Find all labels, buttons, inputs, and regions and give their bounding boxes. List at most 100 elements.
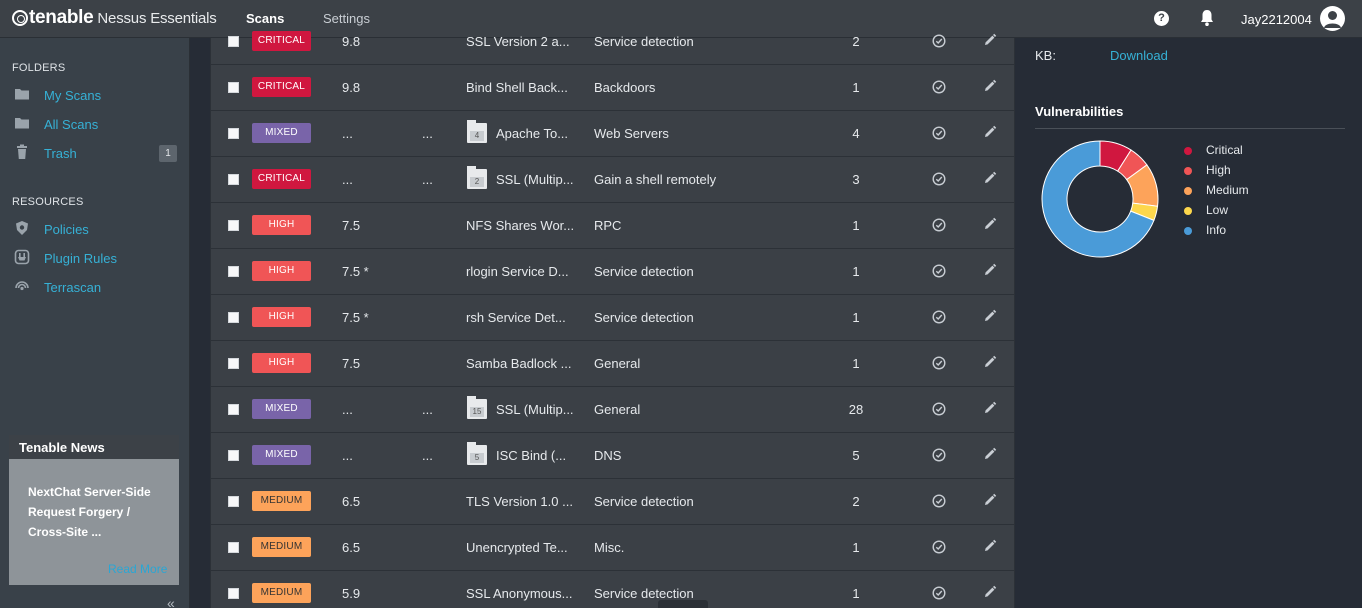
table-row[interactable]: HIGH 7.5 * rlogin Service D... Service dete… [211, 249, 1015, 295]
vulnerabilities-chart-title: Vulnerabilities [1035, 104, 1124, 119]
pencil-icon[interactable] [982, 493, 997, 508]
row-checkbox[interactable] [228, 450, 239, 461]
row-checkbox[interactable] [228, 312, 239, 323]
table-row[interactable]: MEDIUM 6.5 Unencrypted Te... Misc. 1 [211, 525, 1015, 571]
collapse-sidebar-icon[interactable]: « [167, 595, 175, 608]
sidebar-item-plugin-rules[interactable]: Plugin Rules [0, 244, 189, 272]
check-circle-icon[interactable] [932, 34, 946, 48]
plugin-name[interactable]: NFS Shares Wor... [466, 218, 574, 233]
pencil-icon[interactable] [982, 263, 997, 278]
check-circle-icon[interactable] [932, 586, 946, 600]
row-checkbox[interactable] [228, 404, 239, 415]
kb-label: KB: [1035, 48, 1056, 63]
kb-download-link[interactable]: Download [1110, 48, 1168, 63]
vpr-score: ... [422, 402, 433, 417]
sidebar-item-label: All Scans [44, 117, 99, 132]
row-checkbox[interactable] [228, 174, 239, 185]
table-row[interactable]: MEDIUM 6.5 TLS Version 1.0 ... Service dete… [211, 479, 1015, 525]
sidebar-item-policies[interactable]: Policies [0, 215, 189, 243]
divider [1035, 128, 1345, 129]
check-circle-icon[interactable] [932, 356, 946, 370]
pencil-icon[interactable] [982, 447, 997, 462]
check-circle-icon[interactable] [932, 540, 946, 554]
pencil-icon[interactable] [982, 217, 997, 232]
plugin-name[interactable]: Apache To... [496, 126, 568, 141]
table-row[interactable]: MIXED...... 15 SSL (Multip... General 28 [211, 387, 1015, 433]
plugin-name[interactable]: Unencrypted Te... [466, 540, 568, 555]
check-circle-icon[interactable] [932, 172, 946, 186]
plugin-family: Web Servers [594, 126, 669, 141]
sidebar-item-all-scans[interactable]: All Scans [0, 110, 189, 138]
row-checkbox[interactable] [228, 82, 239, 93]
pencil-icon[interactable] [982, 171, 997, 186]
table-row[interactable]: MIXED...... 4 Apache To... Web Servers 4 [211, 111, 1015, 157]
table-row[interactable]: HIGH 7.5 * rsh Service Det... Service detec… [211, 295, 1015, 341]
check-circle-icon[interactable] [932, 218, 946, 232]
row-checkbox[interactable] [228, 542, 239, 553]
sidebar-item-terrascan[interactable]: Terrascan [0, 273, 189, 301]
bell-icon[interactable] [1199, 9, 1215, 27]
sidebar-item-my-scans[interactable]: My Scans [0, 81, 189, 109]
plugin-name[interactable]: ISC Bind (... [496, 448, 566, 463]
severity-badge: HIGH [252, 353, 311, 373]
row-checkbox[interactable] [228, 496, 239, 507]
pencil-icon[interactable] [982, 585, 997, 600]
plugin-name[interactable]: SSL Version 2 a... [466, 34, 570, 49]
row-checkbox[interactable] [228, 358, 239, 369]
pencil-icon[interactable] [982, 355, 997, 370]
table-row[interactable]: CRITICAL 9.8 SSL Version 2 a... Service det… [211, 19, 1015, 65]
pencil-icon[interactable] [982, 539, 997, 554]
tenable-logo[interactable]: tenable Nessus Essentials [12, 7, 217, 29]
table-row[interactable]: CRITICAL...... 2 SSL (Multip... Gain a shel… [211, 157, 1015, 203]
pencil-icon[interactable] [982, 309, 997, 324]
help-icon[interactable]: ? [1154, 11, 1169, 26]
table-row[interactable]: MIXED...... 5 ISC Bind (... DNS 5 [211, 433, 1015, 479]
table-row[interactable]: CRITICAL 9.8 Bind Shell Back... Backdoors 1 [211, 65, 1015, 111]
row-checkbox[interactable] [228, 36, 239, 47]
plugin-name[interactable]: SSL (Multip... [496, 172, 574, 187]
check-circle-icon[interactable] [932, 126, 946, 140]
terrascan-icon [15, 281, 29, 291]
plugin-name[interactable]: rsh Service Det... [466, 310, 566, 325]
row-checkbox[interactable] [228, 588, 239, 599]
sidebar-item-trash[interactable]: Trash 1 [0, 139, 189, 167]
folders-heading: FOLDERS [12, 62, 66, 74]
plugin-name[interactable]: rlogin Service D... [466, 264, 569, 279]
check-circle-icon[interactable] [932, 264, 946, 278]
check-circle-icon[interactable] [932, 80, 946, 94]
pencil-icon[interactable] [982, 79, 997, 94]
check-circle-icon[interactable] [932, 448, 946, 462]
pencil-icon[interactable] [982, 125, 997, 140]
plugin-family: Service detection [594, 586, 694, 601]
check-circle-icon[interactable] [932, 402, 946, 416]
check-circle-icon[interactable] [932, 494, 946, 508]
table-row[interactable]: MEDIUM 5.9 SSL Anonymous... Service detecti… [211, 571, 1015, 608]
avatar-icon[interactable] [1320, 6, 1345, 31]
pencil-icon[interactable] [982, 401, 997, 416]
row-checkbox[interactable] [228, 128, 239, 139]
plugin-family: Service detection [594, 310, 694, 325]
read-more-link[interactable]: Read More [108, 562, 167, 576]
plugin-family: Misc. [594, 540, 625, 555]
table-row[interactable]: HIGH 7.5 NFS Shares Wor... RPC 1 [211, 203, 1015, 249]
plugin-name[interactable]: SSL (Multip... [496, 402, 574, 417]
legend-dot [1184, 187, 1192, 195]
table-row[interactable]: HIGH 7.5 Samba Badlock ... General 1 [211, 341, 1015, 387]
check-circle-icon[interactable] [932, 310, 946, 324]
plugin-name[interactable]: Samba Badlock ... [466, 356, 572, 371]
sidebar-item-label: Plugin Rules [44, 251, 117, 266]
plugin-name[interactable]: Bind Shell Back... [466, 80, 568, 95]
pencil-icon[interactable] [982, 33, 997, 48]
sidebar-item-label: My Scans [44, 88, 102, 103]
plugin-name[interactable]: SSL Anonymous... [466, 586, 572, 601]
vpr-score: ... [422, 126, 433, 141]
plugin-name[interactable]: TLS Version 1.0 ... [466, 494, 573, 509]
row-checkbox[interactable] [228, 266, 239, 277]
sidebar-item-label: Trash [44, 146, 77, 161]
news-headline[interactable]: NextChat Server-Side Request Forgery / C… [28, 482, 168, 542]
username[interactable]: Jay2212004 [1241, 12, 1312, 27]
severity-badge: MEDIUM [252, 491, 311, 511]
row-checkbox[interactable] [228, 220, 239, 231]
plugin-family: RPC [594, 218, 622, 233]
scroll-to-top-handle[interactable] [658, 600, 708, 608]
